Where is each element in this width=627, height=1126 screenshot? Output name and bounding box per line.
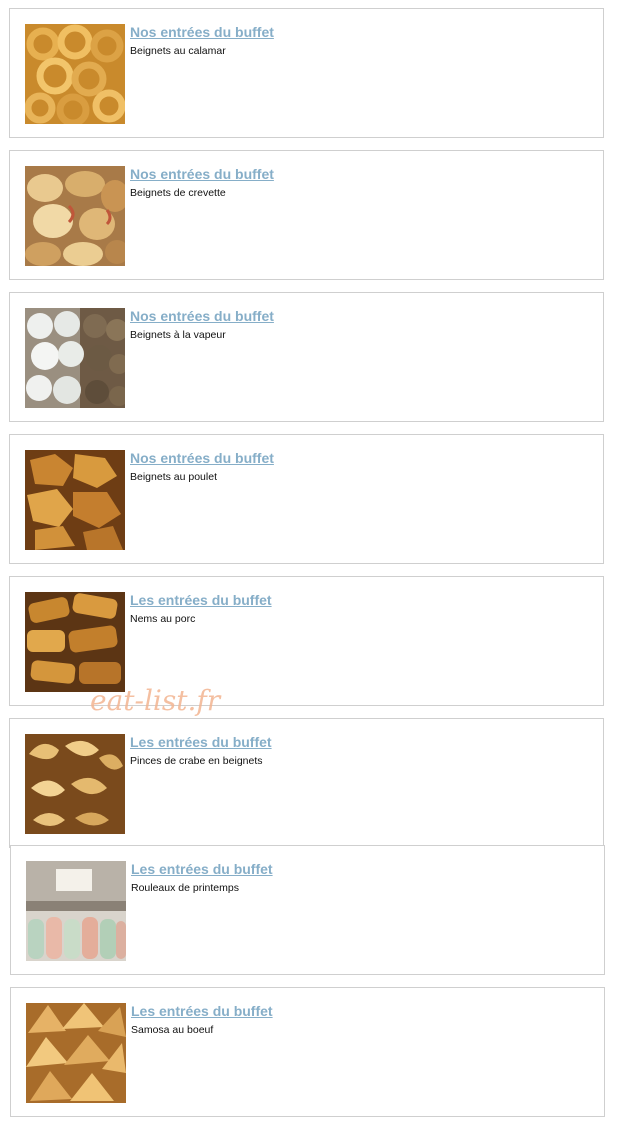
crab-claw-fritters-photo [25,734,125,834]
card-description: Beignets de crevette [130,187,226,199]
card-title-link[interactable]: Les entrées du buffet [130,592,272,608]
card-title-link[interactable]: Nos entrées du buffet [130,24,274,40]
card-description: Beignets au calamar [130,45,226,57]
menu-card: Nos entrées du buffet Beignets de crevet… [9,150,604,280]
calamari-rings-photo [25,24,125,124]
card-description: Pinces de crabe en beignets [130,755,263,767]
shrimp-fritters-photo [25,166,125,266]
menu-card: Les entrées du buffet Rouleaux de printe… [10,845,605,975]
card-description: Rouleaux de printemps [131,882,239,894]
card-title-link[interactable]: Les entrées du buffet [130,734,272,750]
card-title-link[interactable]: Les entrées du buffet [131,861,273,877]
menu-card: Les entrées du buffet Nems au porc [9,576,604,706]
steamed-dumplings-photo [25,308,125,408]
beef-samosa-photo [26,1003,126,1103]
pork-spring-rolls-photo [25,592,125,692]
menu-card: Nos entrées du buffet Beignets au poulet [9,434,604,564]
menu-card: Les entrées du buffet Samosa au boeuf [10,987,605,1117]
card-description: Beignets au poulet [130,471,217,483]
card-title-link[interactable]: Nos entrées du buffet [130,450,274,466]
fresh-spring-rolls-photo [26,861,126,961]
card-description: Beignets à la vapeur [130,329,226,341]
card-title-link[interactable]: Nos entrées du buffet [130,166,274,182]
chicken-fritters-photo [25,450,125,550]
card-description: Samosa au boeuf [131,1024,214,1036]
menu-card: Nos entrées du buffet Beignets au calama… [9,8,604,138]
card-description: Nems au porc [130,613,196,625]
menu-card: Nos entrées du buffet Beignets à la vape… [9,292,604,422]
menu-card: Les entrées du buffet Pinces de crabe en… [9,718,604,848]
card-title-link[interactable]: Les entrées du buffet [131,1003,273,1019]
card-title-link[interactable]: Nos entrées du buffet [130,308,274,324]
